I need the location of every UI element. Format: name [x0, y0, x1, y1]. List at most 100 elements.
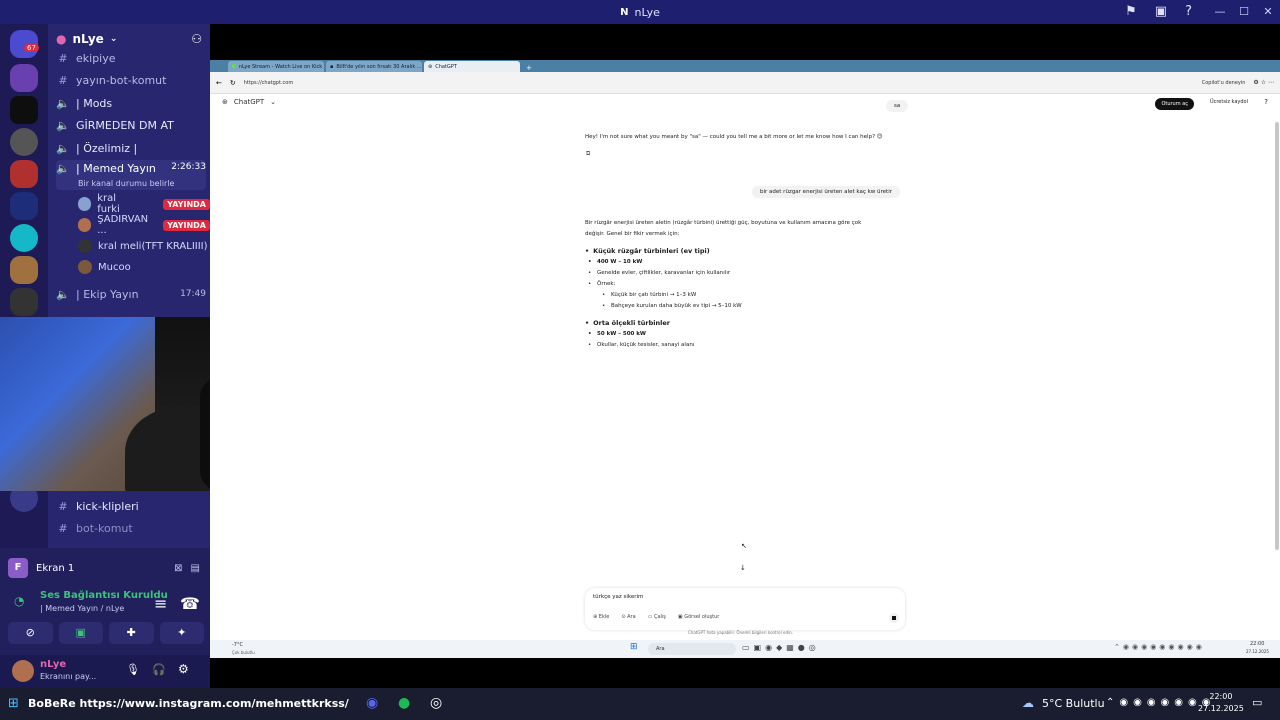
server-icon-4[interactable]: [10, 160, 38, 188]
soundboard-icon[interactable]: ✦: [159, 622, 204, 644]
server-icon-3[interactable]: [10, 128, 38, 156]
camera-off-icon[interactable]: ⊘: [8, 622, 53, 644]
activities-icon[interactable]: ✚: [109, 622, 154, 644]
close-button[interactable]: ✕: [1256, 0, 1280, 24]
chatgpt-logo-icon: ⊛: [222, 98, 228, 106]
notification-icon[interactable]: ▭: [1252, 696, 1262, 709]
windows-start-icon[interactable]: ⊞: [630, 642, 638, 652]
voice-channel-item[interactable]: 🔈 | Özelimiz |: [56, 138, 206, 158]
window-title: N nLye: [620, 6, 660, 19]
taskbar-search[interactable]: Ara: [648, 643, 736, 655]
discord-taskbar-icon[interactable]: ◉: [366, 695, 378, 711]
voice-panel: F Ekran 1 ⊠ ▤ ◔ Ses Bağlantısı Kuruldu |…: [0, 548, 210, 660]
minimize-button[interactable]: —: [1208, 0, 1232, 24]
browser-tab[interactable]: ▪ Bilfi'de yılın son fırsatı 30 Aralık ..…: [326, 61, 422, 72]
screen-avatar: F: [8, 558, 28, 578]
settings-icon[interactable]: ⚙: [178, 662, 189, 676]
avatar[interactable]: [12, 660, 34, 682]
channel-item[interactable]: # ekipiye: [56, 48, 206, 68]
inner-clock-time: 22:00: [1250, 641, 1265, 647]
section-heading: • Küçük rüzgâr türbinleri (ev tipi): [585, 247, 710, 255]
channel-status[interactable]: Bir kanal durumu belirle: [78, 179, 174, 188]
scroll-down-icon[interactable]: ↓: [740, 564, 746, 572]
server-icon-nlye[interactable]: [10, 96, 38, 124]
browser-tab[interactable]: KnLye Stream - Watch Live on Kick: [228, 61, 324, 72]
voice-channel-item[interactable]: 🔈 GİRMEDEN DM AT: [56, 115, 206, 135]
signup-button[interactable]: Ücretsiz kaydol: [1210, 99, 1248, 105]
microphone-icon[interactable]: 🎙: [126, 663, 140, 676]
voice-user[interactable]: Mucoo: [78, 257, 131, 277]
list-item: Küçük bir çatı türbini → 1–3 kW: [585, 290, 915, 301]
channel-item[interactable]: # kick-klipleri: [56, 496, 206, 516]
speaker-icon: 🔈: [56, 141, 70, 155]
popout-icon[interactable]: ▤: [191, 563, 200, 574]
cloud-icon: ☁: [1022, 696, 1034, 710]
live-badge: YAYINDA: [163, 198, 210, 210]
windows-start-icon[interactable]: ⊞: [8, 696, 19, 711]
bullet-icon: •: [585, 247, 590, 255]
list-item: 400 W – 10 kW: [585, 257, 915, 268]
voice-user[interactable]: kral meli(TFT KRALIIII): [78, 236, 208, 256]
voice-channel-item[interactable]: 🔈 | Ekip Yayın 17:49: [56, 284, 206, 304]
speaker-icon: 🔈: [56, 118, 70, 132]
copy-icon[interactable]: ⧉: [586, 150, 590, 158]
copilot-button[interactable]: Copilot'u deneyin: [1202, 80, 1246, 86]
server-icon-8[interactable]: [10, 288, 38, 316]
avatar: [78, 197, 92, 211]
study-button[interactable]: ▭ Çalış: [648, 614, 666, 620]
voice-user[interactable]: ŞADIRVAN ... YAYINDA: [78, 214, 210, 236]
new-tab-icon[interactable]: +: [526, 64, 532, 72]
screen-share-icon[interactable]: ▣: [58, 622, 103, 644]
spotify-taskbar-icon[interactable]: ●: [398, 695, 410, 711]
voice-user[interactable]: kral furki YAYINDA: [78, 193, 210, 215]
back-icon[interactable]: ←: [216, 79, 222, 87]
titlebar-tools: ⚑ ▣ ?: [1125, 4, 1192, 19]
disconnect-icon[interactable]: ☎: [180, 594, 200, 613]
bullet-icon: •: [585, 319, 590, 327]
search-button[interactable]: ⊙ Ara: [621, 614, 635, 620]
voice-connection: ◔ Ses Bağlantısı Kuruldu | Memed Yayın /…: [14, 590, 200, 613]
inbox-icon[interactable]: ▣: [1155, 4, 1167, 19]
attach-button[interactable]: ⊕ Ekle: [593, 614, 609, 620]
stop-share-icon[interactable]: ⊠: [174, 563, 182, 574]
refresh-icon[interactable]: ↻: [230, 79, 236, 87]
taskbar-apps-icon[interactable]: ▭▣◉◆▦●◎: [742, 643, 820, 652]
help-icon[interactable]: ?: [1264, 98, 1268, 106]
server-icon-7[interactable]: [10, 256, 38, 284]
login-button[interactable]: Oturum aç: [1155, 98, 1194, 110]
composer-tools: ⊕ Ekle ⊙ Ara ▭ Çalış ▣ Görsel oluştur: [593, 614, 719, 620]
window-title-text: nLye: [634, 5, 660, 19]
image-button[interactable]: ▣ Görsel oluştur: [678, 614, 719, 620]
scrollbar[interactable]: [1275, 122, 1279, 550]
browser-tab-active[interactable]: ⊛ ChatGPT: [424, 61, 520, 72]
headphones-icon[interactable]: 🎧: [152, 663, 166, 676]
obs-taskbar-icon[interactable]: ◎: [430, 695, 442, 711]
chatgpt-header[interactable]: ⊛ ChatGPT ⌄: [222, 98, 276, 106]
tray-icons[interactable]: ⌃◉◉◉◉◉◉◉◉◉: [1114, 643, 1205, 651]
message-composer[interactable]: türkçe yaz sikerim ⊕ Ekle ⊙ Ara ▭ Çalış …: [585, 588, 905, 630]
kick-logo-icon: N: [620, 6, 629, 18]
add-member-icon[interactable]: ⚇: [191, 32, 202, 46]
server-icon-5[interactable]: [10, 192, 38, 220]
help-icon[interactable]: ?: [1185, 4, 1192, 19]
extensions-icon[interactable]: ⚙ ☆ ⋯: [1253, 79, 1274, 86]
channel-item[interactable]: # yayın-bot-komut: [56, 70, 206, 90]
voice-channel-item[interactable]: 🔈 | Mods: [56, 93, 206, 113]
composer-input[interactable]: türkçe yaz sikerim: [593, 594, 643, 600]
hash-icon: #: [58, 51, 68, 65]
stream-ticker: BoBeRe https://www.instagram.com/mehmett…: [28, 697, 349, 710]
stop-button[interactable]: [889, 613, 899, 623]
maximize-button[interactable]: ☐: [1232, 0, 1256, 24]
voice-timer: 2:26:33: [171, 162, 206, 172]
noise-suppression-icon[interactable]: ≡: [154, 594, 167, 613]
user-message: sa: [886, 100, 909, 112]
screenshare-card[interactable]: F Ekran 1 ⊠ ▤: [8, 554, 206, 582]
outer-taskbar: ⊞ BoBeRe https://www.instagram.com/mehme…: [0, 688, 1280, 720]
server-icon-1[interactable]: [10, 64, 38, 92]
flag-icon[interactable]: ⚑: [1125, 4, 1137, 19]
channel-item[interactable]: # bot-komut: [56, 518, 206, 538]
live-badge: YAYINDA: [163, 219, 210, 231]
inner-clock-date: 27.12.2025: [1246, 649, 1269, 654]
url-field[interactable]: https://chatgpt.com: [244, 80, 293, 86]
server-icon-6[interactable]: [10, 224, 38, 252]
